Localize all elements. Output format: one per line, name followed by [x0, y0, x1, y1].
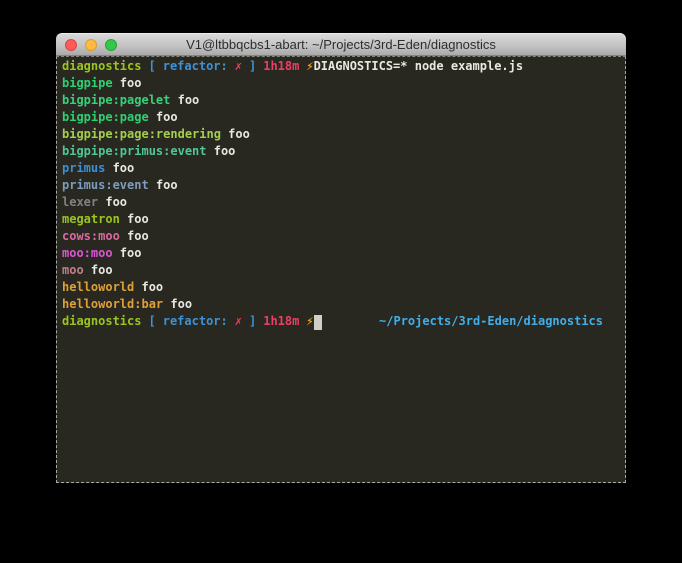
log-message: foo	[163, 296, 192, 313]
log-namespace: cows:moo	[62, 228, 120, 245]
log-message: foo	[207, 143, 236, 160]
traffic-lights	[65, 39, 117, 51]
log-message: foo	[105, 160, 134, 177]
prompt-bracket-close: ]	[249, 58, 256, 75]
zoom-button[interactable]	[105, 39, 117, 51]
minimize-button[interactable]	[85, 39, 97, 51]
prompt-branch: refactor:	[163, 313, 228, 330]
window-titlebar[interactable]: V1@ltbbqcbs1-abart: ~/Projects/3rd-Eden/…	[56, 33, 626, 56]
log-line: bigpipe:primus:event foo	[62, 143, 620, 160]
lightning-bolt-icon: ⚡	[306, 313, 313, 330]
prompt-dirty-mark: ✗	[235, 313, 242, 330]
log-line: primus:event foo	[62, 177, 620, 194]
log-line: bigpipe:page:rendering foo	[62, 126, 620, 143]
log-line: bigpipe:pagelet foo	[62, 92, 620, 109]
log-namespace: helloworld:bar	[62, 296, 163, 313]
prompt-project: diagnostics	[62, 58, 141, 75]
log-namespace: bigpipe:page:rendering	[62, 126, 221, 143]
prompt-line-last: diagnostics [ refactor: ✗] 1h18m ⚡ ~/Projects/…	[62, 313, 620, 330]
log-message: foo	[113, 245, 142, 262]
log-line: cows:moo foo	[62, 228, 620, 245]
log-namespace: bigpipe	[62, 75, 113, 92]
log-message: foo	[170, 92, 199, 109]
prompt-bracket-close: ]	[249, 313, 256, 330]
log-namespace: megatron	[62, 211, 120, 228]
prompt-project: diagnostics	[62, 313, 141, 330]
prompt-line-first: diagnostics [ refactor: ✗] 1h18m ⚡DIAGNOSTICS…	[62, 58, 620, 75]
log-namespace: bigpipe:pagelet	[62, 92, 170, 109]
prompt-branch: refactor:	[163, 58, 228, 75]
prompt-cwd-path: ~/Projects/3rd-Eden/diagnostics	[379, 313, 603, 330]
log-message: foo	[84, 262, 113, 279]
log-message: foo	[149, 109, 178, 126]
log-output: bigpipe foobigpipe:pagelet foobigpipe:pa…	[62, 75, 620, 313]
terminal-window: V1@ltbbqcbs1-abart: ~/Projects/3rd-Eden/…	[56, 33, 626, 483]
log-namespace: moo:moo	[62, 245, 113, 262]
prompt-elapsed: 1h18m	[263, 58, 299, 75]
close-button[interactable]	[65, 39, 77, 51]
log-namespace: primus:event	[62, 177, 149, 194]
lightning-bolt-icon: ⚡	[306, 58, 313, 75]
log-message: foo	[98, 194, 127, 211]
log-message: foo	[120, 228, 149, 245]
log-message: foo	[149, 177, 178, 194]
log-line: bigpipe:page foo	[62, 109, 620, 126]
prompt-elapsed: 1h18m	[263, 313, 299, 330]
window-title: V1@ltbbqcbs1-abart: ~/Projects/3rd-Eden/…	[86, 34, 596, 55]
prompt-command: DIAGNOSTICS=* node example.js	[314, 58, 524, 75]
log-line: helloworld:bar foo	[62, 296, 620, 313]
log-message: foo	[113, 75, 142, 92]
log-line: bigpipe foo	[62, 75, 620, 92]
log-line: moo foo	[62, 262, 620, 279]
log-message: foo	[120, 211, 149, 228]
prompt-dirty-mark: ✗	[235, 58, 242, 75]
terminal-cursor[interactable]	[314, 315, 322, 330]
log-namespace: helloworld	[62, 279, 134, 296]
log-namespace: bigpipe:page	[62, 109, 149, 126]
log-line: megatron foo	[62, 211, 620, 228]
terminal-content[interactable]: diagnostics[refactor:✗]1h18m⚡DIAGNOSTICS…	[56, 56, 626, 483]
log-message: foo	[134, 279, 163, 296]
log-namespace: moo	[62, 262, 84, 279]
log-line: primus foo	[62, 160, 620, 177]
log-line: lexer foo	[62, 194, 620, 211]
log-namespace: bigpipe:primus:event	[62, 143, 207, 160]
log-namespace: primus	[62, 160, 105, 177]
log-message: foo	[221, 126, 250, 143]
log-line: moo:moo foo	[62, 245, 620, 262]
log-namespace: lexer	[62, 194, 98, 211]
prompt-bracket-open: [	[148, 313, 155, 330]
prompt-bracket-open: [	[148, 58, 155, 75]
log-line: helloworld foo	[62, 279, 620, 296]
